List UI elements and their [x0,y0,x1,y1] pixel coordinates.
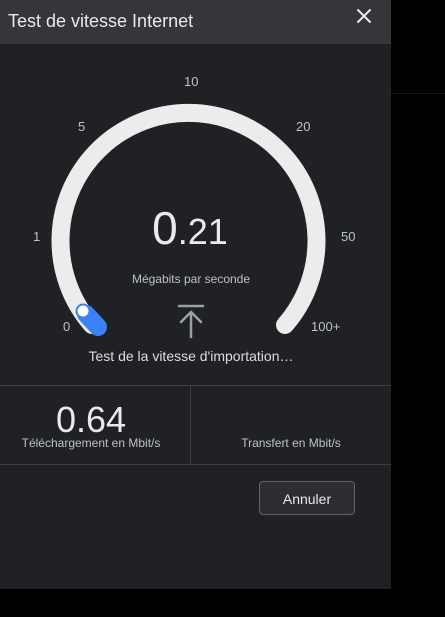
current-speed-integer: 0 [152,202,178,254]
dialog-title: Test de vitesse Internet [8,11,194,31]
tick-label-50: 50 [341,229,356,244]
results-divider-top [0,385,391,386]
speed-test-dialog: Test de vitesse Internet 0 1 5 10 20 50 … [0,0,391,589]
speed-gauge [51,103,326,336]
speed-unit-label: Mégabits par seconde [131,272,251,286]
results-divider-vertical [190,386,191,464]
upload-icon [177,304,205,339]
cancel-button[interactable]: Annuler [259,481,355,515]
results-divider-bottom [0,464,391,465]
gauge-needle-knob [75,303,91,319]
tick-label-1: 1 [33,229,41,244]
tick-label-20: 20 [296,119,311,134]
upload-speed-label: Transfert en Mbit/s [241,436,341,450]
dialog-titlebar: Test de vitesse Internet [0,0,391,44]
close-icon [357,9,371,23]
test-status-text: Test de la vitesse d'importation… [88,348,294,364]
close-button[interactable] [352,4,376,28]
tick-label-0: 0 [63,319,71,334]
download-speed-value: 0.64 [56,399,127,440]
tick-label-10: 10 [184,74,199,89]
tick-label-100-plus: 100+ [311,319,341,334]
current-speed: 0.21 [100,205,280,251]
tick-label-5: 5 [78,119,86,134]
download-speed-label: Téléchargement en Mbit/s [21,436,161,450]
backdrop-divider [391,93,445,94]
current-speed-decimal: .21 [177,211,228,252]
